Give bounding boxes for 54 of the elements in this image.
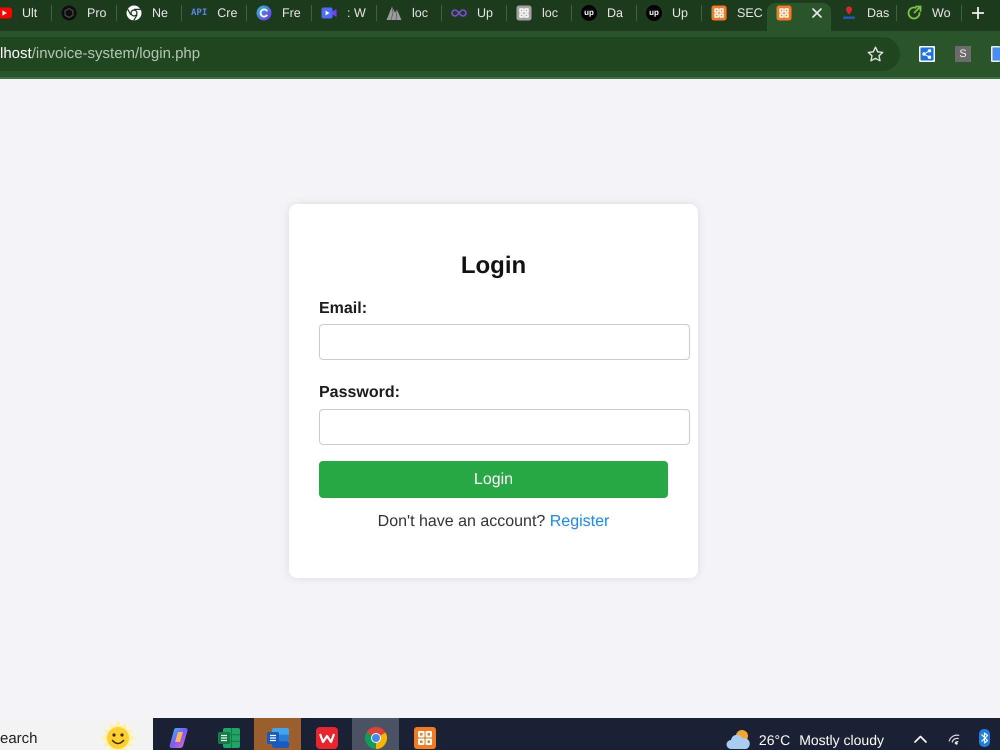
close-icon[interactable]: [812, 8, 822, 18]
browser-tab[interactable]: Pro: [52, 3, 116, 31]
ring-logo-icon: [126, 5, 142, 21]
browser-tab[interactable]: Ult: [0, 3, 51, 31]
chevron-up-icon[interactable]: [914, 735, 927, 743]
ring-logo-icon: [364, 726, 388, 750]
browser-tab[interactable]: Fre: [247, 3, 311, 31]
bluetooth-icon[interactable]: [979, 729, 990, 747]
search-box[interactable]: earch: [0, 718, 153, 750]
browser-tab[interactable]: Wo: [897, 3, 961, 31]
extension-icon[interactable]: [991, 46, 1000, 62]
square-logo-icon: [776, 5, 792, 21]
zigzag-logo-icon: [314, 726, 338, 750]
square-logo-icon: [711, 5, 727, 21]
wifi-icon[interactable]: [948, 733, 961, 745]
gradient-circle-icon: [256, 5, 272, 21]
browser-tab[interactable]: up Da: [572, 3, 636, 31]
mountain-icon: [386, 5, 402, 21]
browser-tab[interactable]: : W: [312, 3, 376, 31]
document-icon: [266, 726, 290, 750]
temperature-text: 26°C: [758, 731, 790, 749]
browser-tab[interactable]: up Up: [637, 3, 701, 31]
logo-text: API: [191, 7, 208, 20]
browser-tab[interactable]: Ne: [117, 3, 181, 31]
play-icon: [0, 5, 12, 21]
knot-icon: [61, 5, 77, 21]
round-logo: up: [646, 5, 662, 21]
circular-arrow-icon: [906, 5, 922, 21]
field-label: Password:: [319, 384, 401, 402]
browser-tab[interactable]: [767, 3, 831, 31]
marker-icon: [841, 5, 857, 21]
password-field[interactable]: [319, 409, 690, 445]
browser-tab[interactable]: SEC: [702, 3, 766, 31]
browser-tab[interactable]: loc: [377, 3, 441, 31]
browser-tab[interactable]: API Cre: [182, 3, 246, 31]
form-title: Login: [460, 252, 528, 280]
email-field[interactable]: [319, 324, 690, 360]
video-camera-icon: [321, 5, 337, 21]
share-icon[interactable]: [919, 46, 935, 62]
square-logo-icon: [516, 5, 532, 21]
cloud-sun-icon[interactable]: [726, 728, 751, 750]
square-logo-icon: [412, 726, 436, 750]
weather-text[interactable]: Mostly cloudy: [799, 731, 884, 749]
extension-button[interactable]: S: [955, 46, 971, 62]
bookmark-star-icon[interactable]: [867, 46, 884, 62]
browser-tab[interactable]: Up: [442, 3, 506, 31]
register-prompt: Don't have an account? Register: [376, 513, 610, 531]
browser-tab[interactable]: loc: [507, 3, 571, 31]
browser-tab[interactable]: Das: [832, 3, 896, 31]
address-bar[interactable]: lhost/invoice-system/login.php: [0, 37, 900, 71]
new-tab-icon[interactable]: [972, 7, 984, 19]
field-label: Email:: [319, 300, 368, 318]
round-logo: up: [581, 5, 597, 21]
spreadsheet-icon: [216, 726, 240, 750]
